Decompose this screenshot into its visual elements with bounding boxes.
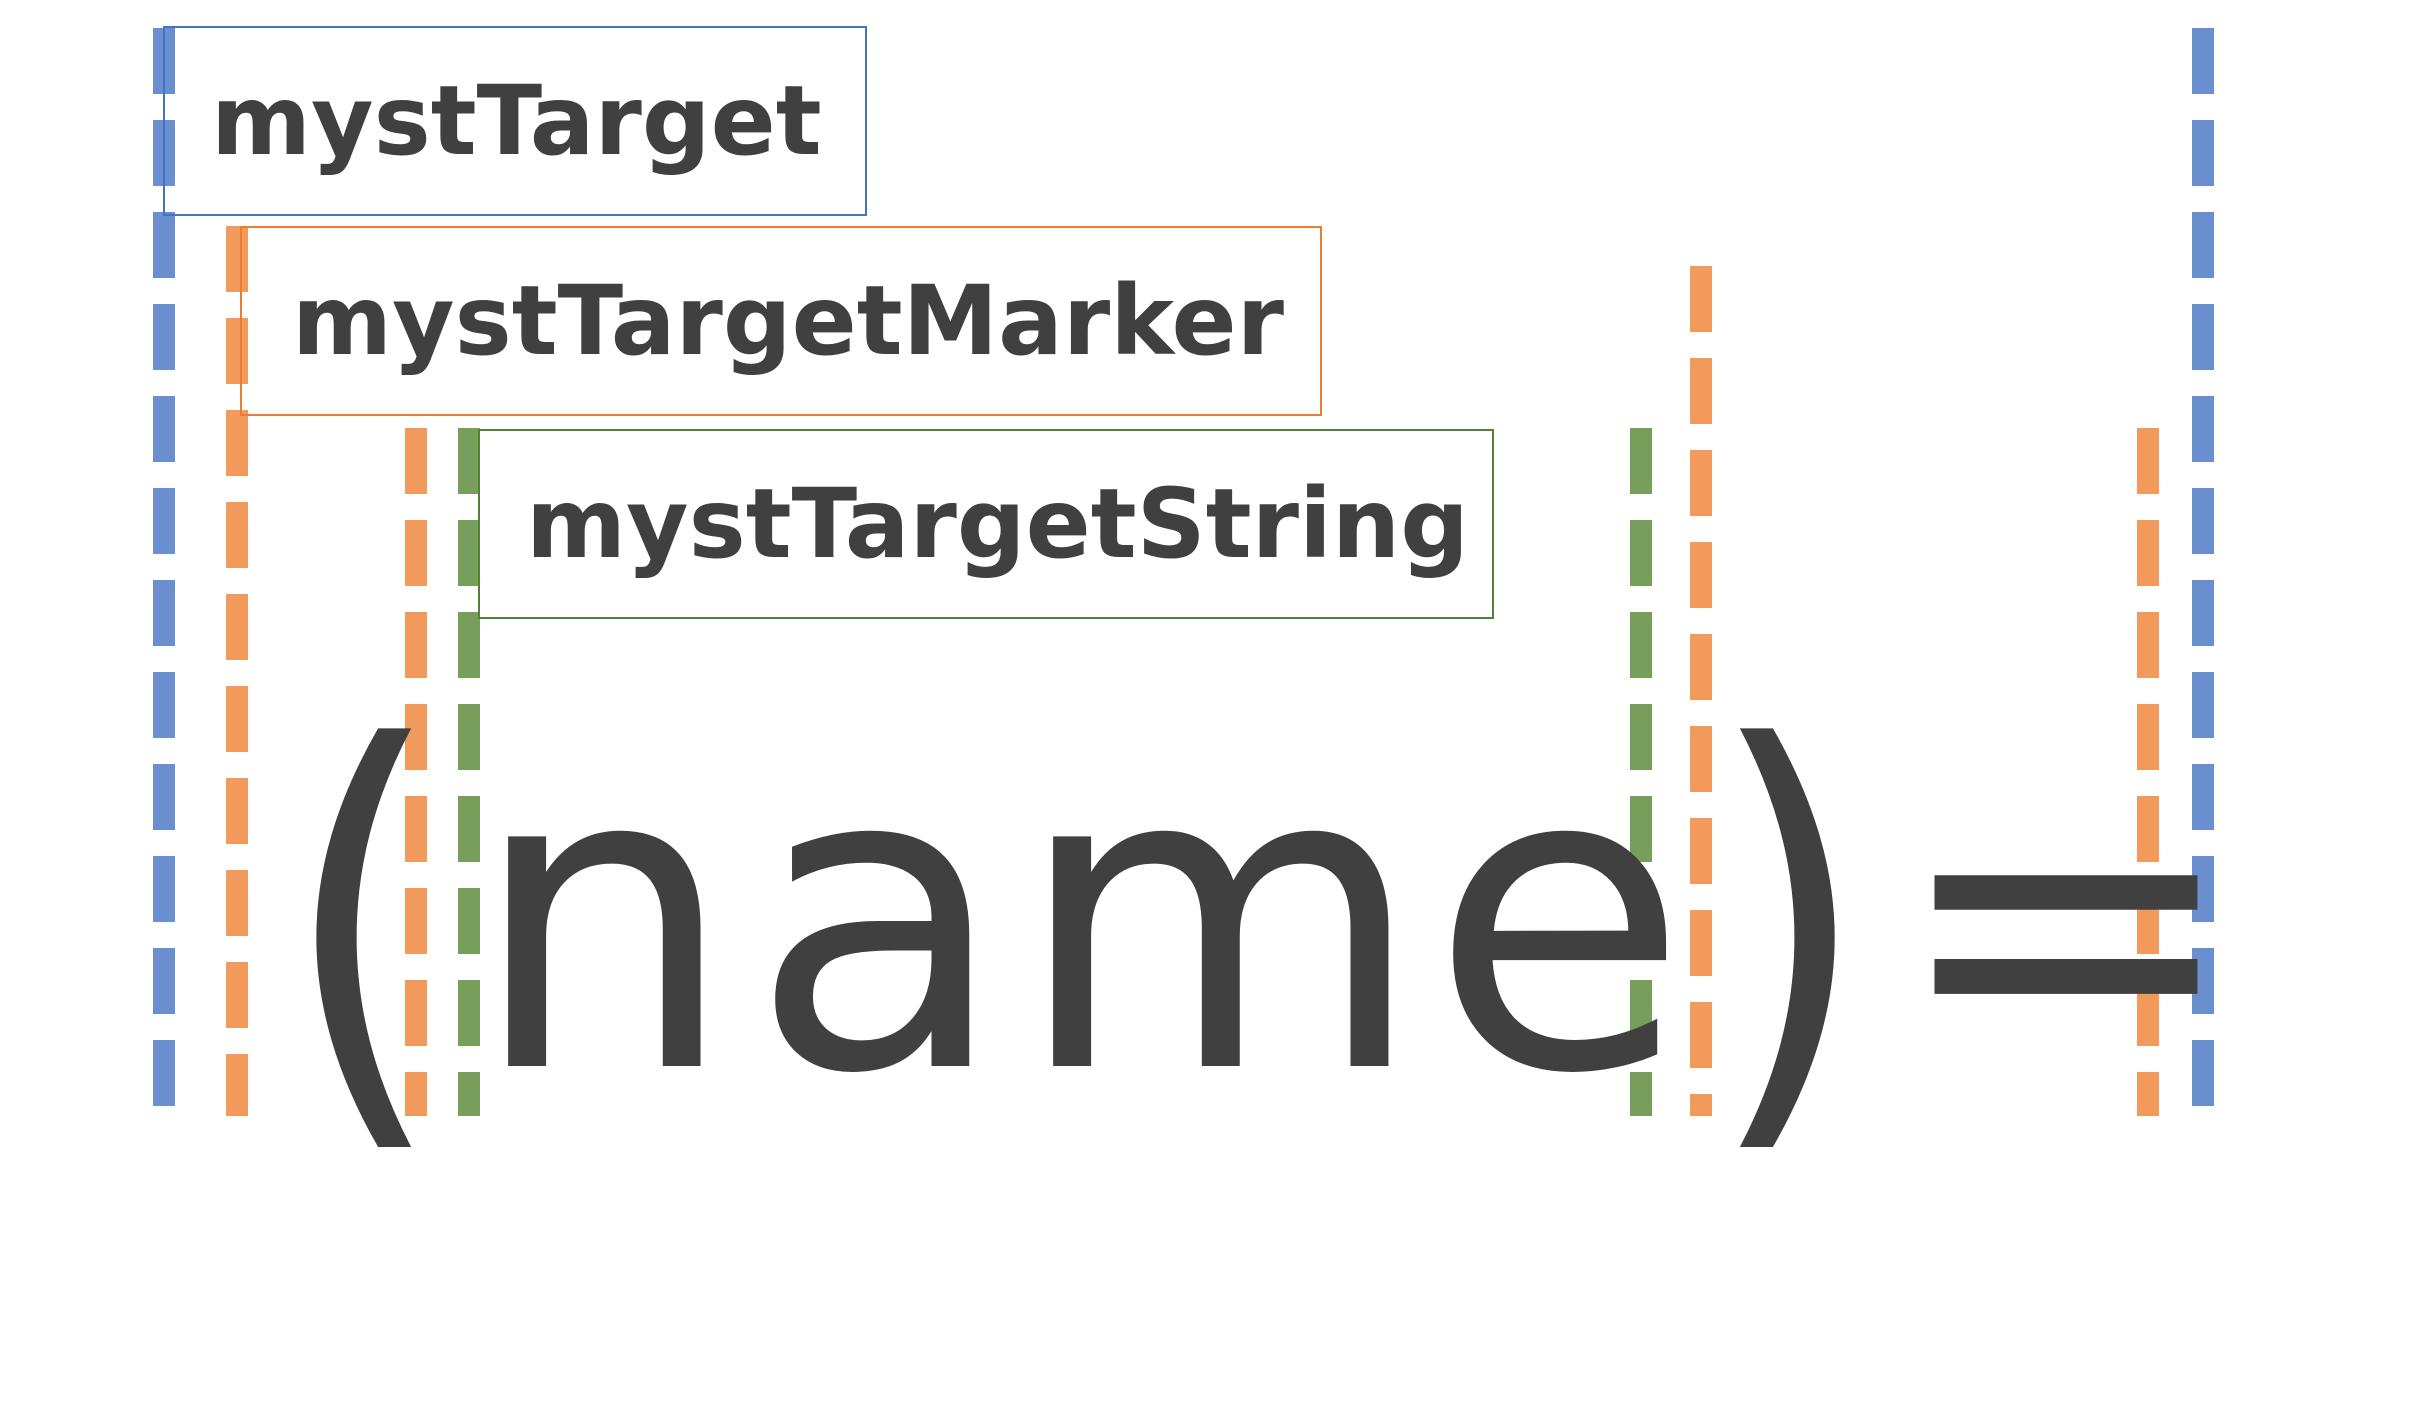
open-paren: ( — [280, 649, 446, 1196]
label-marker: mystTargetMarker — [292, 265, 1284, 377]
name-char-e: e — [1430, 677, 1689, 1166]
label-box-target: mystTarget — [163, 26, 867, 216]
equals-sign: = — [1890, 677, 2242, 1166]
label-box-marker: mystTargetMarker — [240, 226, 1322, 416]
label-box-string: mystTargetString — [478, 429, 1494, 619]
label-target: mystTarget — [211, 65, 822, 177]
name-char-a: a — [750, 677, 1008, 1166]
label-string: mystTargetString — [526, 468, 1469, 580]
name-char-n: n — [470, 677, 737, 1166]
close-paren: ) — [1706, 649, 1872, 1196]
syntax-diagram: mystTarget mystTargetMarker mystTargetSt… — [0, 0, 2420, 1402]
name-char-m: m — [1015, 677, 1425, 1166]
